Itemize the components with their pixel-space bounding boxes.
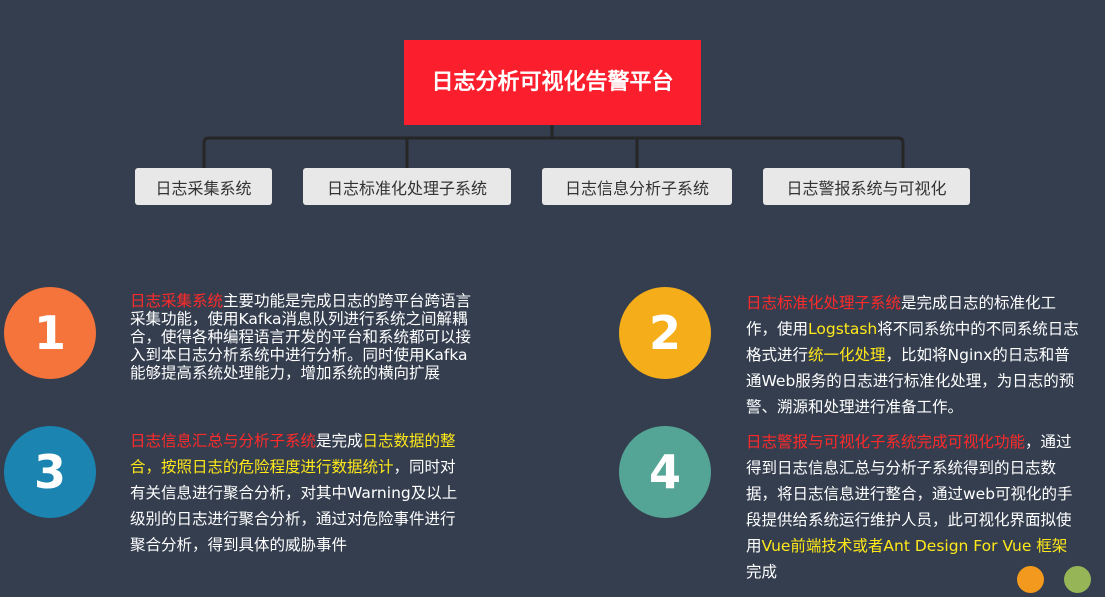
item-2-logstash: Logstash: [808, 320, 878, 338]
item-4-body-b: 完成: [746, 563, 778, 581]
number-circle-4: 4: [619, 426, 711, 518]
number-circle-1: 1: [4, 287, 96, 379]
item-4-highlight: 日志警报与可视化子系统完成可视化功能: [746, 433, 1026, 451]
node-log-alert-visualization: 日志警报系统与可视化: [763, 168, 970, 205]
item-4-yellow: Vue前端技术或者Ant Design For Vue 框架: [761, 537, 1068, 555]
item-4-text: 日志警报与可视化子系统完成可视化功能，通过得到日志信息汇总与分析子系统得到的日志…: [746, 429, 1081, 585]
node-log-collection: 日志采集系统: [135, 168, 272, 205]
item-2-highlight: 日志标准化处理子系统: [746, 294, 902, 312]
item-1-text: 日志采集系统主要功能是完成日志的跨平台跨语言采集功能，使用Kafka消息队列进行…: [130, 292, 475, 382]
item-2-unify: 统一化处理: [808, 346, 886, 364]
item-3-text: 日志信息汇总与分析子系统是完成日志数据的整合，按照日志的危险程度进行数据统计，同…: [130, 428, 465, 558]
green-dot: [1064, 566, 1091, 593]
node-log-normalization: 日志标准化处理子系统: [303, 168, 511, 205]
item-1-highlight: 日志采集系统: [130, 292, 224, 310]
root-node: 日志分析可视化告警平台: [404, 40, 701, 125]
item-3-body-a: 是完成: [316, 432, 363, 450]
orange-dot: [1017, 566, 1044, 593]
item-2-text: 日志标准化处理子系统是完成日志的标准化工作，使用Logstash将不同系统中的不…: [746, 290, 1081, 420]
node-log-analysis: 日志信息分析子系统: [542, 168, 732, 205]
branch-bar: [202, 136, 905, 168]
item-3-highlight: 日志信息汇总与分析子系统: [130, 432, 317, 450]
number-circle-2: 2: [619, 287, 711, 379]
number-circle-3: 3: [4, 426, 96, 518]
